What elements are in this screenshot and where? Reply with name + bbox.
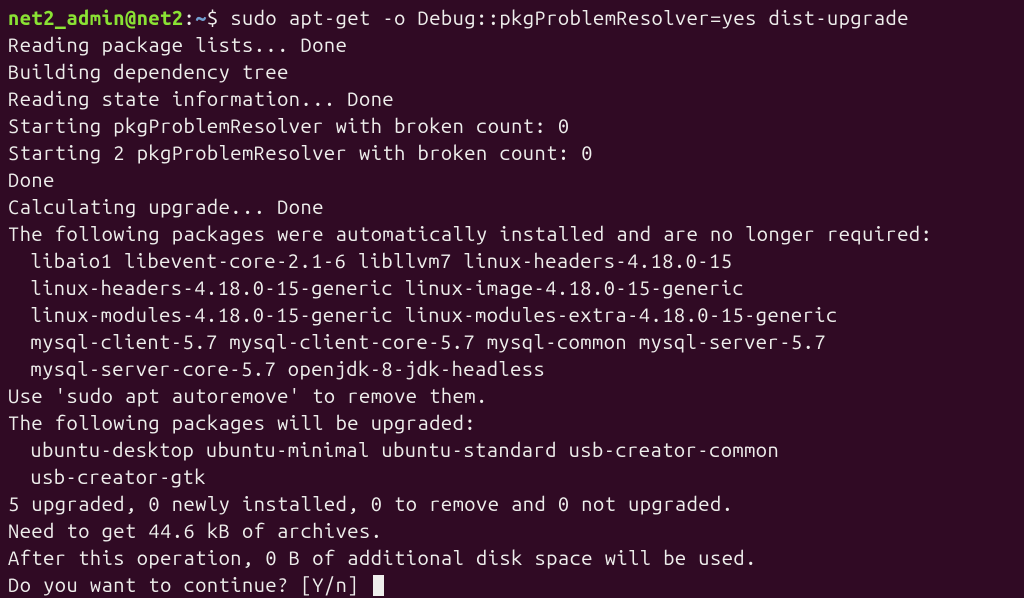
output-line: After this operation, 0 B of additional … [8,544,1016,571]
package-line: mysql-client-5.7 mysql-client-core-5.7 m… [8,328,1016,355]
output-line: Calculating upgrade... Done [8,193,1016,220]
output-line: The following packages will be upgraded: [8,409,1016,436]
package-line: ubuntu-desktop ubuntu-minimal ubuntu-sta… [8,436,1016,463]
package-line: mysql-server-core-5.7 openjdk-8-jdk-head… [8,355,1016,382]
output-line: The following packages were automaticall… [8,220,1016,247]
prompt-host: net2 [137,6,184,29]
command-text: sudo apt-get -o Debug::pkgProblemResolve… [230,6,909,29]
cursor [373,575,384,596]
dollar: $ [207,6,230,29]
output-line: Reading state information... Done [8,85,1016,112]
output-line: Done [8,166,1016,193]
output-line: Starting pkgProblemResolver with broken … [8,112,1016,139]
output-line: Reading package lists... Done [8,31,1016,58]
continue-prompt-text: Do you want to continue? [Y/n] [8,573,371,596]
package-line: libaio1 libevent-core-2.1-6 libllvm7 lin… [8,247,1016,274]
prompt-line: net2_admin@net2:~$ sudo apt-get -o Debug… [8,4,1016,31]
package-line: linux-headers-4.18.0-15-generic linux-im… [8,274,1016,301]
output-line: Need to get 44.6 kB of archives. [8,517,1016,544]
output-line: Use 'sudo apt autoremove' to remove them… [8,382,1016,409]
colon: : [184,6,196,29]
continue-prompt-line[interactable]: Do you want to continue? [Y/n] [8,571,1016,598]
prompt-path: ~ [195,6,207,29]
package-line: linux-modules-4.18.0-15-generic linux-mo… [8,301,1016,328]
terminal-window[interactable]: net2_admin@net2:~$ sudo apt-get -o Debug… [8,4,1016,598]
package-line: usb-creator-gtk [8,463,1016,490]
output-line: Starting 2 pkgProblemResolver with broke… [8,139,1016,166]
output-line: 5 upgraded, 0 newly installed, 0 to remo… [8,490,1016,517]
prompt-user: net2_admin [8,6,125,29]
at-sign: @ [125,6,137,29]
output-line: Building dependency tree [8,58,1016,85]
